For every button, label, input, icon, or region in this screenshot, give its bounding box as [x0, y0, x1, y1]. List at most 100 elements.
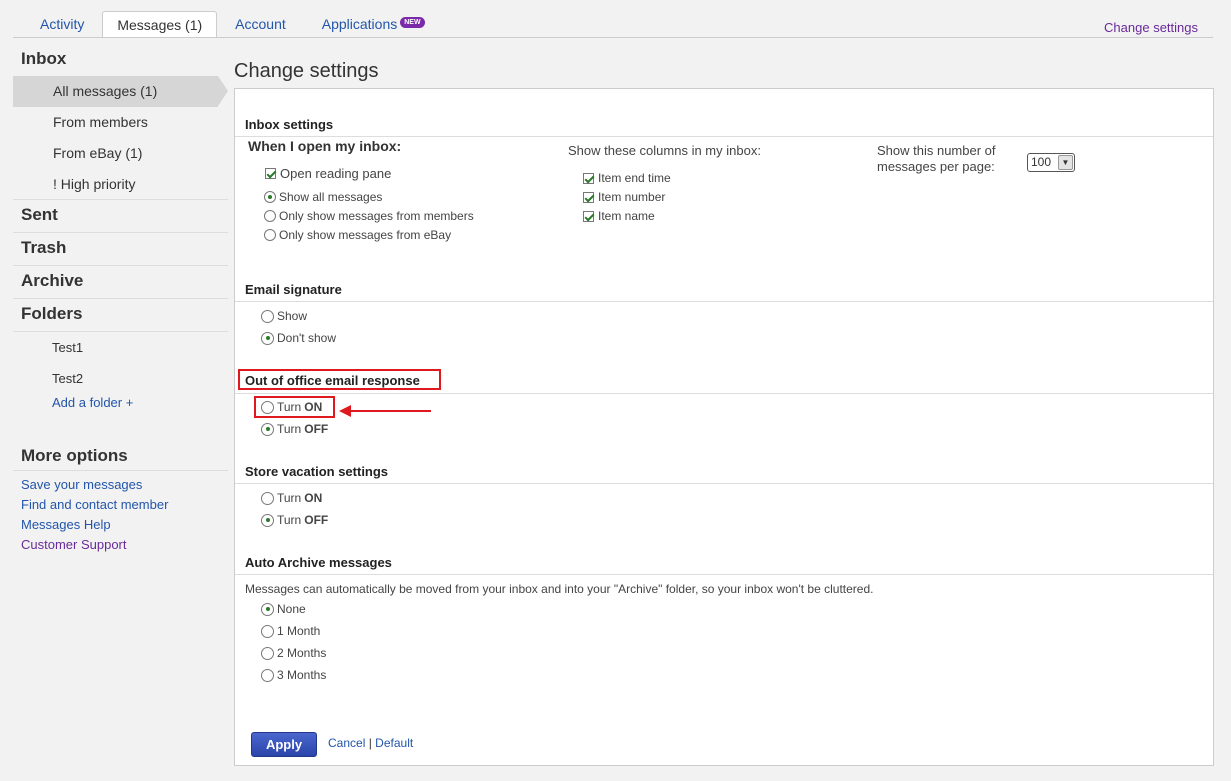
save-messages-link[interactable]: Save your messages — [13, 475, 228, 495]
sidebar-folders[interactable]: Folders — [13, 299, 228, 332]
archive-2-months-label: 2 Months — [277, 646, 327, 660]
option-highlight-box — [254, 396, 335, 418]
show-ebay-radio[interactable] — [264, 229, 276, 241]
inbox-settings-heading: Inbox settings — [245, 117, 334, 132]
show-all-messages-radio[interactable] — [264, 191, 276, 203]
col-item-name-checkbox[interactable] — [583, 210, 594, 222]
archive-2-months-row[interactable]: 2 Months — [261, 646, 326, 660]
per-page-value: 100 — [1031, 155, 1052, 169]
more-options-heading: More options — [13, 440, 228, 471]
signature-show-radio[interactable] — [261, 309, 274, 323]
action-links: Cancel | Default — [328, 736, 413, 750]
sidebar-sent[interactable]: Sent — [13, 200, 228, 233]
vacation-off-radio[interactable] — [261, 513, 274, 527]
archive-3-months-row[interactable]: 3 Months — [261, 668, 326, 682]
show-ebay-row[interactable]: Only show messages from eBay — [264, 228, 451, 242]
col-item-name-row[interactable]: Item name — [583, 209, 655, 223]
divider — [235, 301, 1213, 302]
red-arrow-line — [349, 410, 431, 412]
tab-applications[interactable]: Applications NEW — [304, 11, 443, 38]
customer-support-link[interactable]: Customer Support — [13, 535, 228, 555]
tab-activity[interactable]: Activity — [22, 11, 102, 38]
vacation-off-strong: OFF — [304, 513, 329, 527]
col-end-time-label: Item end time — [598, 171, 671, 185]
tab-account[interactable]: Account — [217, 11, 304, 38]
per-page-label-1: Show this number of — [877, 143, 996, 158]
open-reading-pane-checkbox[interactable] — [265, 168, 276, 179]
col-item-name-label: Item name — [598, 209, 655, 223]
vacation-on-radio[interactable] — [261, 491, 274, 505]
per-page-label-2: messages per page: — [877, 159, 995, 174]
sidebar-trash[interactable]: Trash — [13, 233, 228, 266]
sidebar-inbox[interactable]: Inbox — [13, 45, 228, 76]
settings-panel: Inbox settings When I open my inbox: Ope… — [234, 88, 1214, 766]
vacation-heading: Store vacation settings — [245, 464, 389, 479]
open-reading-pane-label: Open reading pane — [280, 166, 392, 181]
sidebar-item-from-members[interactable]: From members — [13, 107, 228, 138]
ooo-off-prefix: Turn — [277, 422, 302, 436]
heading-highlight-box — [238, 369, 441, 390]
tab-applications-label: Applications — [321, 16, 398, 32]
apply-button[interactable]: Apply — [251, 732, 317, 757]
ooo-off-strong: OFF — [304, 422, 329, 436]
col-end-time-checkbox[interactable] — [583, 172, 594, 184]
show-members-label: Only show messages from members — [279, 209, 474, 223]
ooo-off-radio[interactable] — [261, 422, 274, 436]
sidebar-item-high-priority[interactable]: ! High priority — [13, 169, 228, 200]
col-item-number-checkbox[interactable] — [583, 191, 594, 203]
signature-dont-show-radio[interactable] — [261, 331, 274, 345]
signature-show-row[interactable]: Show — [261, 309, 307, 323]
vacation-off-row[interactable]: Turn OFF — [261, 513, 328, 527]
action-separator: | — [368, 736, 372, 750]
sidebar-folder-test2[interactable]: Test2 — [13, 363, 228, 394]
signature-show-label: Show — [277, 309, 308, 323]
archive-3-months-radio[interactable] — [261, 668, 274, 682]
archive-1-month-row[interactable]: 1 Month — [261, 624, 320, 638]
vacation-on-row[interactable]: Turn ON — [261, 491, 322, 505]
add-folder-link[interactable]: Add a folder + — [13, 394, 228, 412]
archive-1-month-label: 1 Month — [277, 624, 321, 638]
divider — [235, 136, 1213, 137]
new-badge: NEW — [400, 17, 425, 28]
show-all-messages-row[interactable]: Show all messages — [264, 190, 382, 204]
per-page-select[interactable]: 100 ▼ — [1027, 153, 1075, 172]
show-members-radio[interactable] — [264, 210, 276, 222]
email-signature-heading: Email signature — [245, 282, 342, 297]
find-member-link[interactable]: Find and contact member — [13, 495, 228, 515]
tab-messages[interactable]: Messages (1) — [102, 11, 218, 38]
cancel-link[interactable]: Cancel — [328, 736, 365, 750]
signature-dont-show-label: Don't show — [277, 331, 336, 345]
vacation-on-strong: ON — [304, 491, 323, 505]
divider — [235, 574, 1213, 575]
ooo-off-row[interactable]: Turn OFF — [261, 422, 328, 436]
show-members-row[interactable]: Only show messages from members — [264, 209, 474, 223]
archive-none-label: None — [277, 602, 306, 616]
sidebar-folder-test1[interactable]: Test1 — [13, 332, 228, 363]
divider — [235, 483, 1213, 484]
col-end-time-row[interactable]: Item end time — [583, 171, 671, 185]
when-open-label: When I open my inbox: — [248, 138, 402, 154]
tab-divider — [13, 37, 1213, 38]
top-tabs: Activity Messages (1) Account Applicatio… — [22, 11, 443, 38]
page-title: Change settings — [234, 60, 379, 82]
divider — [235, 393, 1213, 394]
col-item-number-row[interactable]: Item number — [583, 190, 665, 204]
sidebar-item-from-ebay[interactable]: From eBay (1) — [13, 138, 228, 169]
archive-1-month-radio[interactable] — [261, 624, 274, 638]
auto-archive-description: Messages can automatically be moved from… — [245, 582, 874, 596]
open-reading-pane-row[interactable]: Open reading pane — [265, 166, 391, 181]
archive-none-row[interactable]: None — [261, 602, 306, 616]
col-item-number-label: Item number — [598, 190, 666, 204]
show-ebay-label: Only show messages from eBay — [279, 228, 452, 242]
sidebar-item-all-messages[interactable]: All messages (1) — [13, 76, 228, 107]
sidebar-archive[interactable]: Archive — [13, 266, 228, 299]
default-link[interactable]: Default — [375, 736, 413, 750]
signature-dont-show-row[interactable]: Don't show — [261, 331, 336, 345]
change-settings-link[interactable]: Change settings — [1104, 20, 1198, 35]
messages-help-link[interactable]: Messages Help — [13, 515, 228, 535]
chevron-down-icon: ▼ — [1058, 155, 1073, 170]
auto-archive-heading: Auto Archive messages — [245, 555, 392, 570]
archive-2-months-radio[interactable] — [261, 646, 274, 660]
archive-none-radio[interactable] — [261, 602, 274, 616]
